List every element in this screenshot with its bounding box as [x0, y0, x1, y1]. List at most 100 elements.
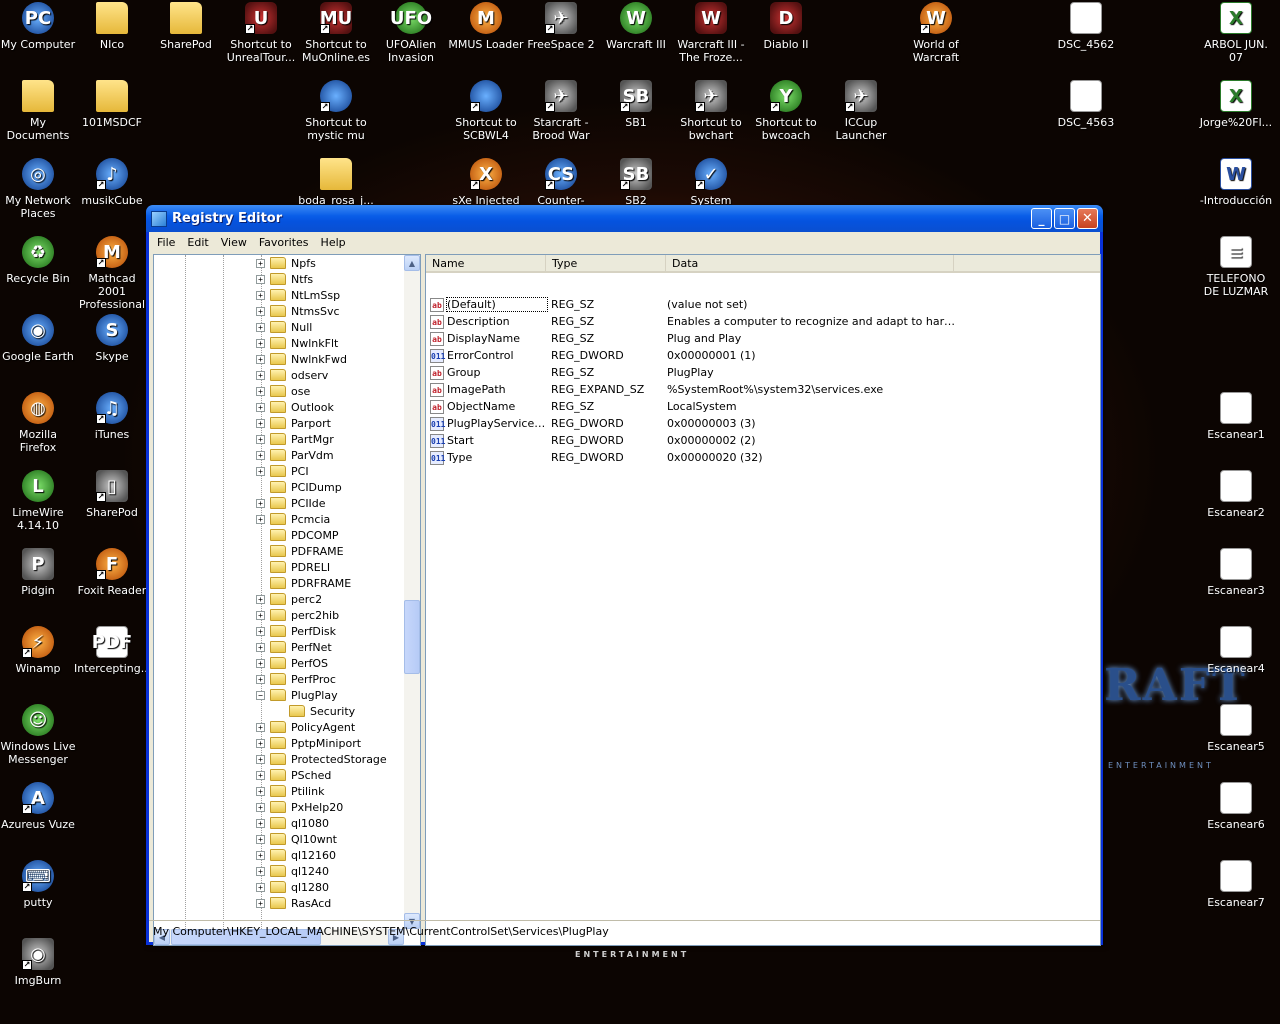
- desktop-item[interactable]: M ↗ Mathcad 2001 Professional: [74, 236, 150, 311]
- expand-icon[interactable]: +: [256, 786, 265, 796]
- tree-item[interactable]: + Parport: [256, 415, 331, 431]
- desktop-item[interactable]: 101MSDCF: [74, 80, 150, 129]
- expand-icon[interactable]: +: [256, 594, 265, 604]
- desktop-item[interactable]: ◍ Mozilla Firefox: [0, 392, 76, 454]
- value-row[interactable]: ab ImagePath REG_EXPAND_SZ %SystemRoot%\sys…: [430, 381, 957, 398]
- tree-item[interactable]: + ParVdm: [256, 447, 334, 463]
- desktop-item[interactable]: Escanear1: [1198, 392, 1274, 441]
- expand-icon[interactable]: +: [256, 850, 265, 860]
- desktop-item[interactable]: ▯ ↗ SharePod: [74, 470, 150, 519]
- desktop-item[interactable]: D Diablo II: [748, 2, 824, 51]
- key-tree[interactable]: + Npfs + Ntfs + NtLmSsp + NtmsSvc + Null + NwlnkFlt…: [154, 255, 404, 929]
- desktop-item[interactable]: X ARBOL JUN. 07: [1198, 2, 1274, 64]
- tree-item[interactable]: + PerfProc: [256, 671, 336, 687]
- expand-icon[interactable]: +: [256, 898, 265, 908]
- expand-icon[interactable]: +: [256, 274, 265, 284]
- expand-icon[interactable]: +: [256, 722, 265, 732]
- expand-icon[interactable]: +: [256, 354, 265, 364]
- tree-item[interactable]: + Outlook: [256, 399, 334, 415]
- value-row[interactable]: ab Description REG_SZ Enables a computer to…: [430, 313, 957, 330]
- desktop-item[interactable]: UFO UFOAlien Invasion: [373, 2, 449, 64]
- expand-icon[interactable]: +: [256, 418, 265, 428]
- value-row[interactable]: ab Group REG_SZ PlugPlay: [430, 364, 957, 381]
- desktop-item[interactable]: W ↗ World of Warcraft: [898, 2, 974, 64]
- tree-item[interactable]: + ose: [256, 383, 310, 399]
- tree-item[interactable]: + Ql10wnt: [256, 831, 337, 847]
- value-row[interactable]: ab ObjectName REG_SZ LocalSystem: [430, 398, 957, 415]
- desktop-item[interactable]: boda_rosa_j...: [298, 158, 374, 207]
- tree-item[interactable]: + RasAcd: [256, 895, 331, 911]
- desktop-item[interactable]: W Warcraft III - The Froze...: [673, 2, 749, 64]
- desktop-item[interactable]: ✈ ↗ ICCup Launcher: [823, 80, 899, 142]
- tree-item[interactable]: + Ptilink: [256, 783, 324, 799]
- value-row[interactable]: 011 Start REG_DWORD 0x00000002 (2): [430, 432, 957, 449]
- value-row[interactable]: 011 ErrorControl REG_DWORD 0x00000001 (1): [430, 347, 957, 364]
- desktop-item[interactable]: MU ↗ Shortcut to MuOnline.es: [298, 2, 374, 64]
- expand-icon[interactable]: +: [256, 818, 265, 828]
- expand-icon[interactable]: +: [256, 834, 265, 844]
- expand-icon[interactable]: +: [256, 290, 265, 300]
- expand-icon[interactable]: +: [256, 386, 265, 396]
- scroll-thumb[interactable]: [404, 600, 420, 674]
- desktop-item[interactable]: DSC_4562: [1048, 2, 1124, 51]
- tree-item[interactable]: + ql12160: [256, 847, 336, 863]
- expand-icon[interactable]: +: [256, 642, 265, 652]
- tree-item[interactable]: + PerfNet: [256, 639, 332, 655]
- desktop-item[interactable]: My Documents: [0, 80, 76, 142]
- tree-item[interactable]: + PartMgr: [256, 431, 334, 447]
- tree-item[interactable]: + PCIIde: [256, 495, 326, 511]
- tree-item[interactable]: + ql1240: [256, 863, 329, 879]
- desktop-item[interactable]: Y ↗ Shortcut to bwcoach: [748, 80, 824, 142]
- desktop-item[interactable]: SB ↗ SB1: [598, 80, 674, 129]
- expand-icon[interactable]: +: [256, 610, 265, 620]
- collapse-icon[interactable]: −: [256, 690, 265, 700]
- tree-item[interactable]: + NtmsSvc: [256, 303, 340, 319]
- tree-item[interactable]: + PxHelp20: [256, 799, 343, 815]
- key-tree-pane[interactable]: + Npfs + Ntfs + NtLmSsp + NtmsSvc + Null + NwlnkFlt…: [153, 254, 421, 946]
- tree-item[interactable]: + Ntfs: [256, 271, 313, 287]
- desktop-item[interactable]: ↗ Shortcut to mystic mu: [298, 80, 374, 142]
- desktop-item[interactable]: Escanear4: [1198, 626, 1274, 675]
- value-row[interactable]: ab (Default) REG_SZ (value not set): [430, 296, 957, 313]
- minimize-button[interactable]: _: [1031, 208, 1052, 229]
- expand-icon[interactable]: +: [256, 626, 265, 636]
- desktop-item[interactable]: DSC_4563: [1048, 80, 1124, 129]
- expand-icon[interactable]: +: [256, 674, 265, 684]
- desktop-item[interactable]: S Skype: [74, 314, 150, 363]
- expand-icon[interactable]: +: [256, 498, 265, 508]
- tree-item[interactable]: + odserv: [256, 367, 328, 383]
- tree-item[interactable]: + ProtectedStorage: [256, 751, 387, 767]
- desktop-item[interactable]: ◎ My Network Places: [0, 158, 76, 220]
- desktop-item[interactable]: ✈ ↗ FreeSpace 2: [523, 2, 599, 51]
- tree-item[interactable]: + NtLmSsp: [256, 287, 340, 303]
- tree-item[interactable]: + perc2hib: [256, 607, 339, 623]
- title-bar[interactable]: Registry Editor _ □ ✕: [146, 205, 1103, 232]
- close-button[interactable]: ✕: [1077, 208, 1098, 229]
- expand-icon[interactable]: +: [256, 866, 265, 876]
- tree-item[interactable]: Security: [275, 703, 355, 719]
- column-header-type[interactable]: Type: [546, 255, 666, 273]
- tree-item[interactable]: + PSched: [256, 767, 331, 783]
- desktop-item[interactable]: ◉ ↗ ImgBurn: [0, 938, 76, 987]
- tree-item[interactable]: + Null: [256, 319, 312, 335]
- value-row[interactable]: 011 PlugPlayServiceT... REG_DWORD 0x0000000…: [430, 415, 957, 432]
- desktop-item[interactable]: PC My Computer: [0, 2, 76, 51]
- desktop-item[interactable]: F ↗ Foxit Reader: [74, 548, 150, 597]
- value-row[interactable]: ab DisplayName REG_SZ Plug and Play: [430, 330, 957, 347]
- expand-icon[interactable]: +: [256, 306, 265, 316]
- expand-icon[interactable]: +: [256, 338, 265, 348]
- tree-item[interactable]: PDFRAME: [256, 543, 344, 559]
- desktop-item[interactable]: ↗ Shortcut to SCBWL4: [448, 80, 524, 142]
- menu-favorites[interactable]: Favorites: [253, 236, 315, 249]
- tree-item[interactable]: − PlugPlay: [256, 687, 338, 703]
- values-list-pane[interactable]: Name Type Data ab (Default) REG_SZ (value n…: [425, 254, 1101, 946]
- tree-item[interactable]: + ql1080: [256, 815, 329, 831]
- desktop-item[interactable]: SharePod: [148, 2, 224, 51]
- desktop-item[interactable]: ⌨ ↗ putty: [0, 860, 76, 909]
- expand-icon[interactable]: +: [256, 258, 265, 268]
- tree-item[interactable]: + PolicyAgent: [256, 719, 355, 735]
- expand-icon[interactable]: +: [256, 466, 265, 476]
- tree-item[interactable]: PDRFRAME: [256, 575, 351, 591]
- desktop-item[interactable]: U ↗ Shortcut to UnrealTour...: [223, 2, 299, 64]
- scroll-up-button[interactable]: ▲: [404, 255, 420, 271]
